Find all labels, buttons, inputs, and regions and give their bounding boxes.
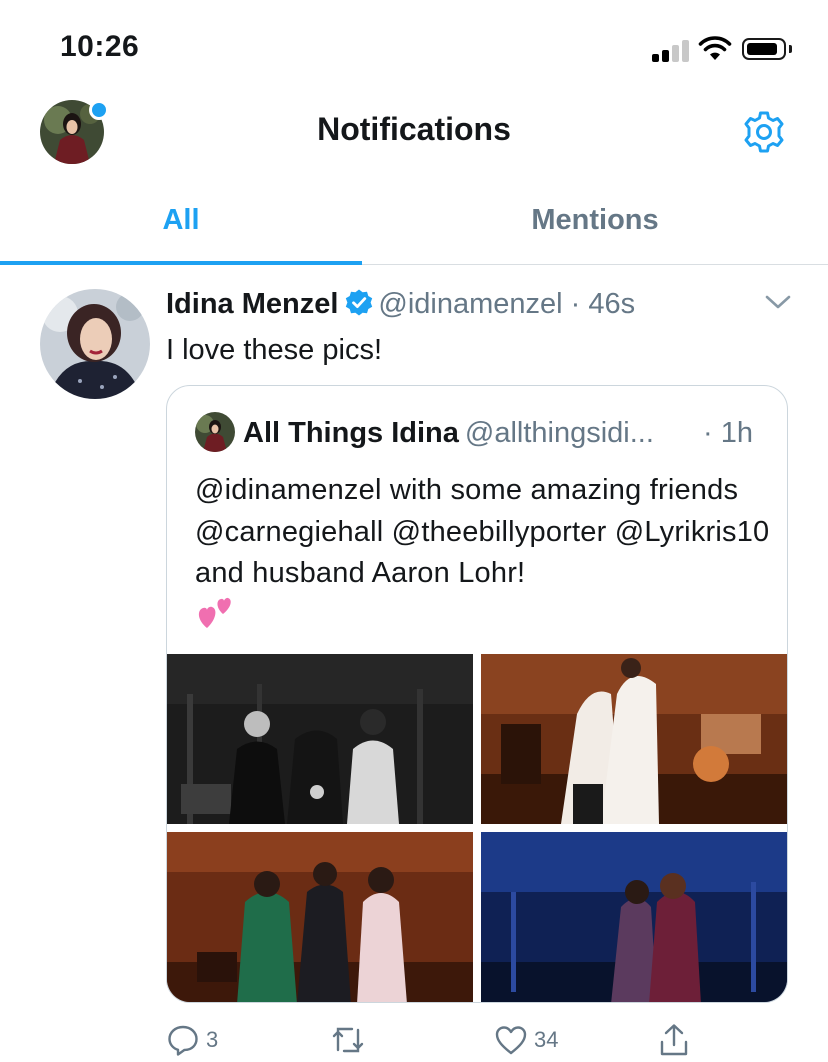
page-title: Notifications [317, 111, 511, 147]
tweet-timestamp: 46s [588, 288, 636, 320]
quoted-tweet-header: All Things Idina @allthingsidi... [243, 413, 654, 453]
tweet-header: Idina Menzel @idinamenzel · 46s [166, 284, 635, 324]
verified-badge-icon [346, 289, 373, 316]
battery-cap [789, 45, 792, 53]
retweet-button[interactable] [330, 1022, 372, 1058]
status-time: 10:26 [60, 30, 140, 63]
signal-icon [652, 40, 690, 62]
reply-count: 3 [206, 1027, 219, 1052]
share-button[interactable] [658, 1022, 690, 1058]
quoted-tweet-timestamp: · 1h [703, 417, 753, 449]
reply-button[interactable]: 3 [166, 1022, 218, 1058]
reply-icon [168, 1025, 198, 1056]
tweet-author-avatar[interactable] [40, 289, 150, 399]
quoted-author-avatar [195, 412, 235, 452]
tab-all[interactable]: All [0, 180, 362, 264]
tweet-author-handle[interactable]: @idinamenzel [378, 288, 562, 320]
tweet-text: I love these pics! [166, 334, 382, 366]
chevron-down-icon[interactable] [764, 292, 792, 312]
two-hearts-emoji [195, 594, 237, 630]
quoted-author-handle: @allthingsidi... [464, 417, 654, 449]
like-icon [495, 1026, 527, 1055]
active-tab-indicator [0, 261, 362, 265]
media-photo-2[interactable] [481, 654, 787, 824]
notification-tabs: All Mentions [0, 180, 828, 265]
wifi-icon [698, 36, 732, 60]
quoted-tweet-card[interactable]: All Things Idina @allthingsidi... · 1h @i… [166, 385, 788, 1003]
media-photo-1[interactable] [167, 654, 473, 824]
like-button[interactable]: 34 [494, 1022, 558, 1058]
media-photo-4[interactable] [481, 832, 787, 1002]
retweet-icon [332, 1027, 364, 1053]
like-count: 34 [534, 1027, 559, 1052]
tab-mentions[interactable]: Mentions [414, 180, 776, 264]
quoted-tweet-text: @idinamenzel with some amazing friends @… [195, 474, 770, 589]
quoted-author-name: All Things Idina [243, 417, 459, 449]
media-photo-3[interactable] [167, 832, 473, 1002]
tweet-author-name[interactable]: Idina Menzel [166, 288, 338, 320]
tweet-separator: · [562, 288, 589, 320]
battery-icon [742, 38, 786, 60]
share-icon [660, 1024, 688, 1056]
settings-gear-icon[interactable] [740, 108, 788, 156]
status-bar: 10:26 [0, 0, 828, 96]
